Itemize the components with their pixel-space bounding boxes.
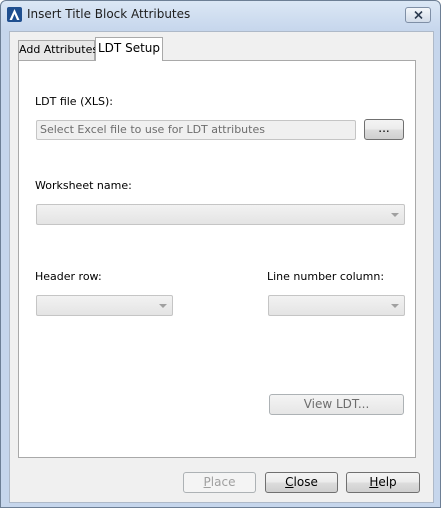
ldt-file-input[interactable]: Select Excel file to use for LDT attribu… (36, 120, 356, 140)
header-row-label: Header row: (35, 270, 102, 283)
dialog-client-area: Add Attributes LDT Setup LDT file (XLS):… (9, 31, 434, 503)
chevron-down-icon (391, 213, 399, 217)
place-button[interactable]: Place (183, 472, 256, 493)
close-mnemonic: C (285, 475, 294, 489)
dialog-window: Insert Title Block Attributes Add Attrib… (0, 0, 441, 508)
worksheet-name-label: Worksheet name: (35, 179, 132, 192)
tab-label: LDT Setup (98, 41, 160, 55)
chevron-down-icon (391, 304, 399, 308)
browse-file-button[interactable]: ... (364, 119, 404, 140)
worksheet-name-select[interactable] (36, 204, 405, 225)
help-button[interactable]: Help (346, 472, 420, 493)
autocad-a-icon (7, 7, 22, 22)
ldt-setup-panel: LDT file (XLS): Select Excel file to use… (18, 60, 416, 458)
ldt-file-placeholder: Select Excel file to use for LDT attribu… (40, 123, 265, 136)
place-mnemonic: P (203, 475, 211, 489)
ldt-file-label: LDT file (XLS): (35, 95, 113, 108)
chevron-down-icon (159, 304, 167, 308)
line-number-column-select[interactable] (268, 295, 405, 316)
title-bar[interactable]: Insert Title Block Attributes (1, 1, 440, 29)
close-label-rest: lose (293, 475, 318, 489)
browse-label: ... (378, 121, 390, 135)
window-title: Insert Title Block Attributes (27, 7, 191, 21)
header-row-select[interactable] (36, 295, 173, 316)
view-ldt-button[interactable]: View LDT... (269, 394, 404, 415)
help-mnemonic: H (369, 475, 379, 489)
close-button[interactable]: Close (265, 472, 338, 493)
view-ldt-label: View LDT... (303, 397, 370, 411)
tab-add-attributes[interactable]: Add Attributes (18, 40, 99, 60)
line-number-column-label: Line number column: (267, 270, 385, 283)
place-label-rest: lace (210, 475, 236, 489)
tab-ldt-setup[interactable]: LDT Setup (95, 37, 163, 61)
window-close-button[interactable] (405, 7, 431, 23)
help-label-rest: elp (378, 475, 397, 489)
close-icon (414, 11, 423, 19)
tab-label: Add Attributes (19, 43, 99, 56)
